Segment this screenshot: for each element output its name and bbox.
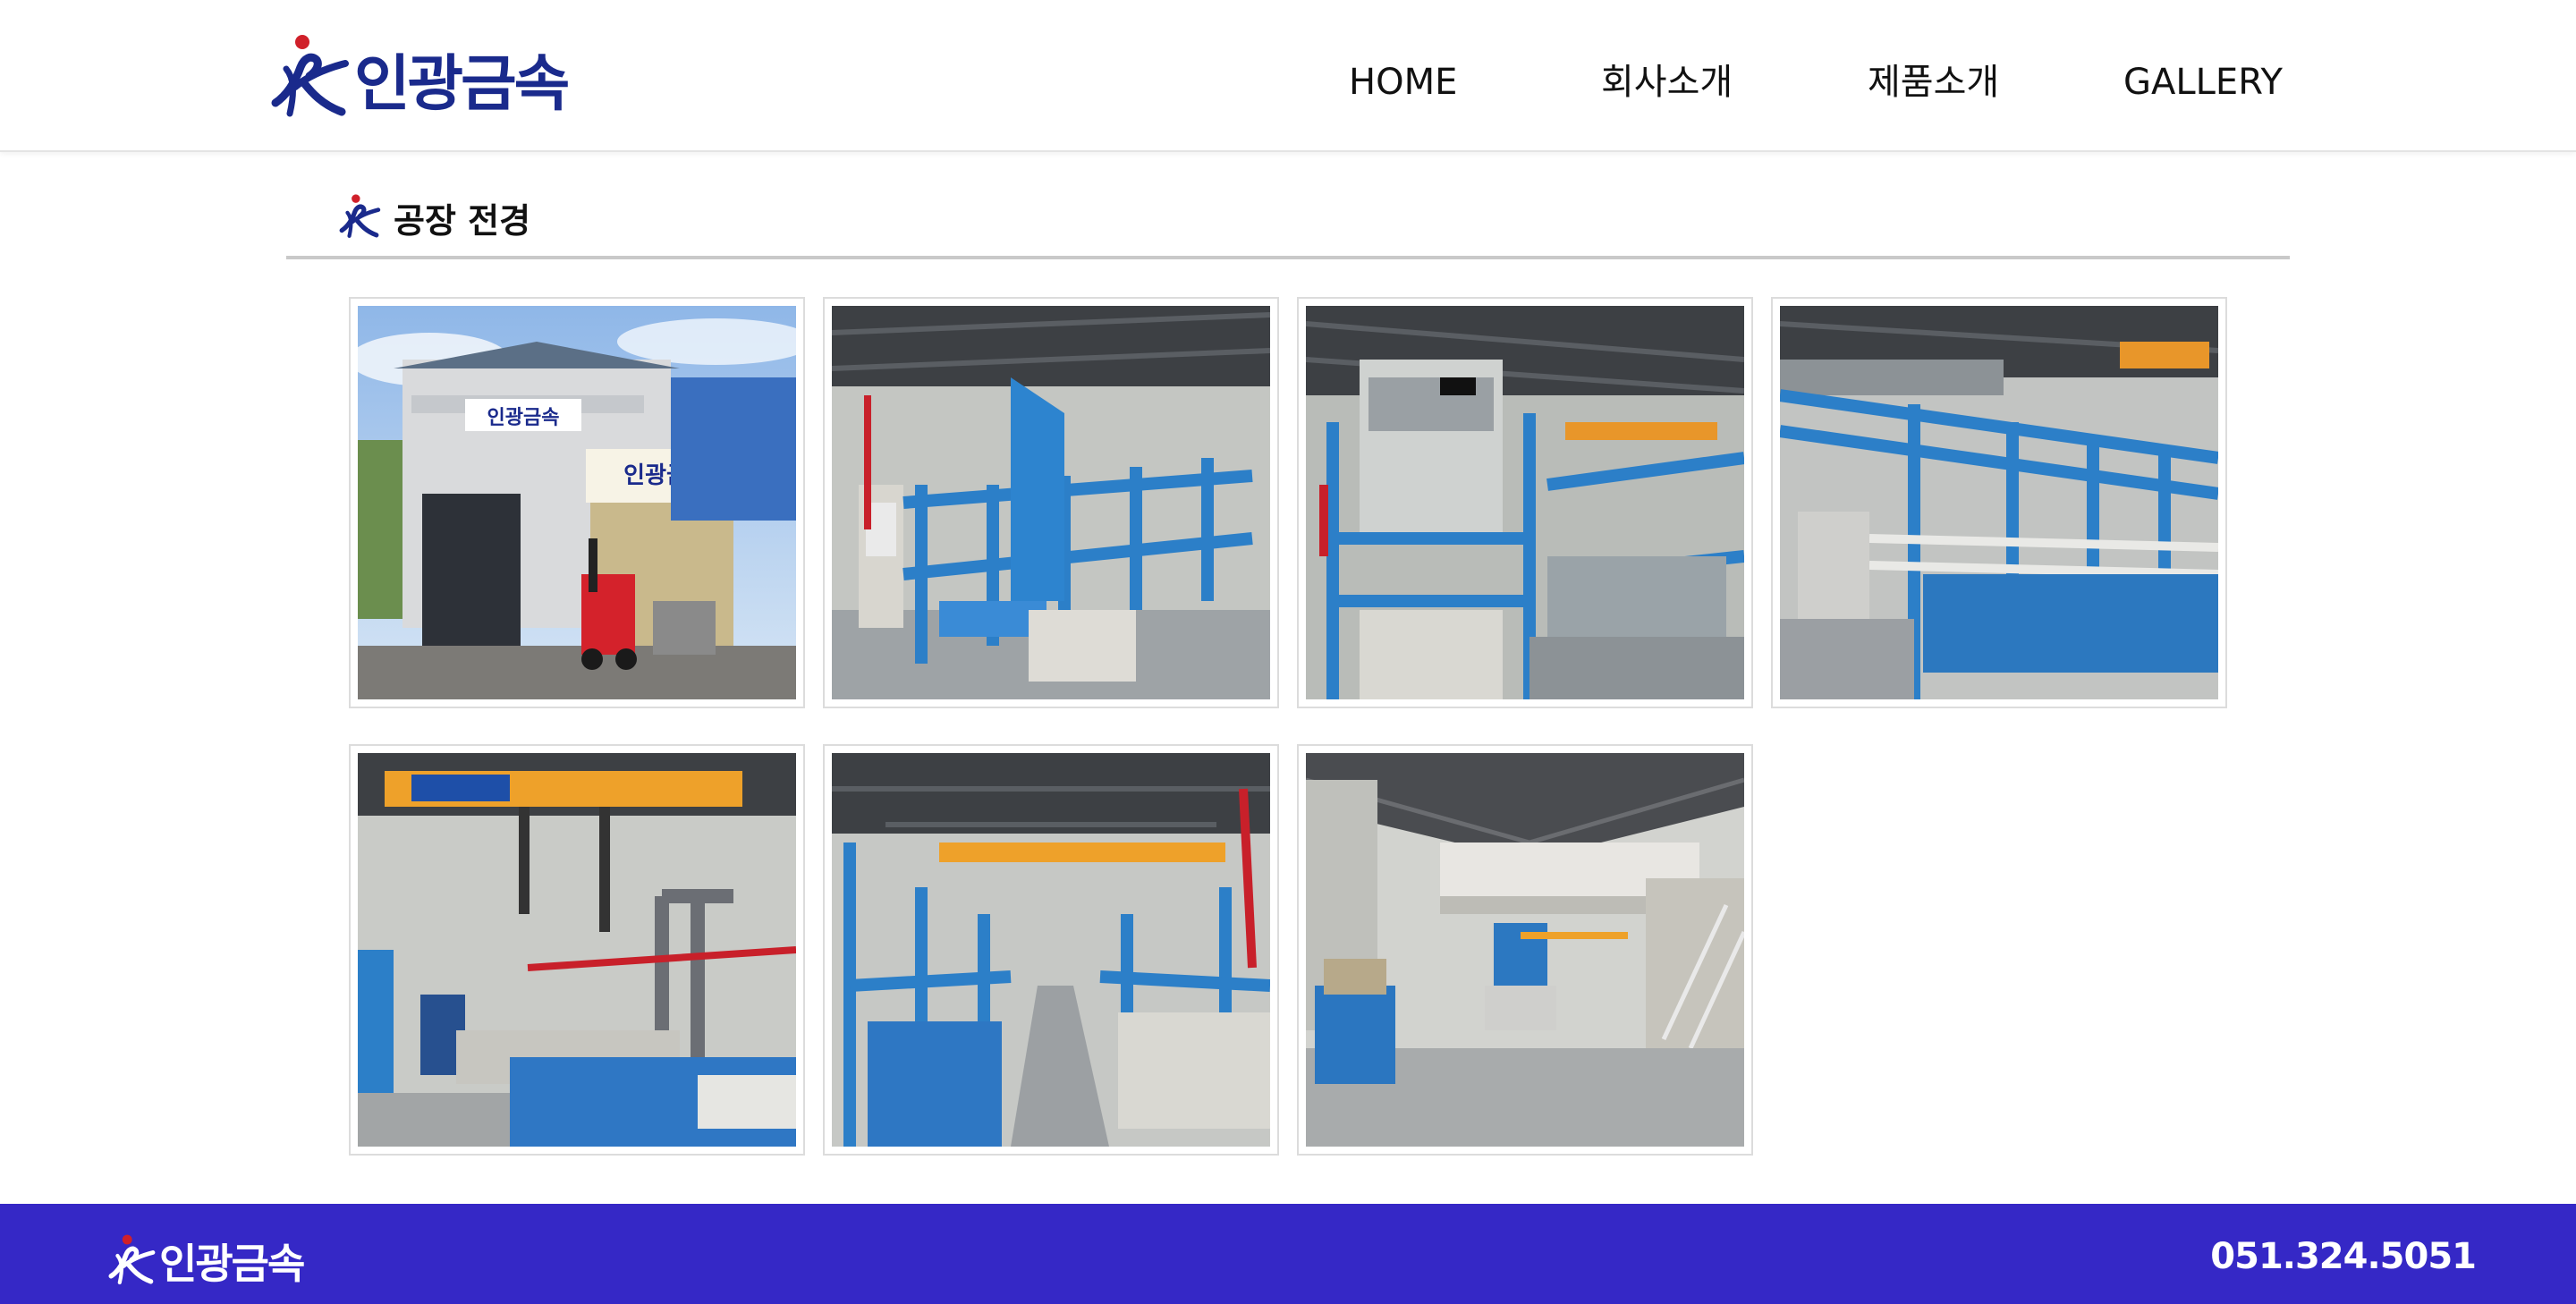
section-divider xyxy=(286,256,2290,259)
gallery-photo-4[interactable] xyxy=(1771,297,2227,708)
nav-item-products[interactable]: 제품소개 xyxy=(1868,55,1999,109)
main-nav: HOME 회사소개 제품소개 GALLERY xyxy=(0,55,2576,109)
logo-mark-icon xyxy=(108,1234,156,1285)
factory-exterior-photo: 인광금속 인광금속 xyxy=(358,306,796,699)
long-plating-line-photo xyxy=(1780,306,2218,699)
section-title: 공장 전경 xyxy=(394,200,531,241)
plating-aisle-photo xyxy=(832,753,1270,1147)
footer-logo-text: 인광금속 xyxy=(159,1240,305,1288)
site-header: 인광금속 HOME 회사소개 제품소개 GALLERY xyxy=(0,0,2576,152)
plating-line-crane-photo xyxy=(1306,306,1744,699)
gallery-photo-6[interactable] xyxy=(823,744,1279,1156)
footer-logo[interactable]: 인광금속 xyxy=(106,1232,305,1290)
section-heading: 공장 전경 xyxy=(338,191,530,243)
site-footer: 인광금속 051.324.5051 xyxy=(0,1204,2576,1304)
plating-line-photo xyxy=(832,306,1270,699)
overhead-crane-photo xyxy=(358,753,796,1147)
nav-item-home[interactable]: HOME xyxy=(1349,55,1457,109)
gallery-photo-1[interactable]: 인광금속 인광금속 xyxy=(349,297,805,708)
logo-mark-icon xyxy=(339,194,381,238)
footer-phone-number[interactable]: 051.324.5051 xyxy=(2210,1236,2477,1277)
gallery-photo-2[interactable] xyxy=(823,297,1279,708)
gallery-photo-3[interactable] xyxy=(1297,297,1753,708)
factory-interior-photo xyxy=(1306,753,1744,1147)
signboard-text: 인광금속 xyxy=(487,406,560,428)
nav-item-gallery[interactable]: GALLERY xyxy=(2123,55,2283,109)
gallery-photo-7[interactable] xyxy=(1297,744,1753,1156)
nav-item-company[interactable]: 회사소개 xyxy=(1601,55,1733,109)
gallery-photo-5[interactable] xyxy=(349,744,805,1156)
